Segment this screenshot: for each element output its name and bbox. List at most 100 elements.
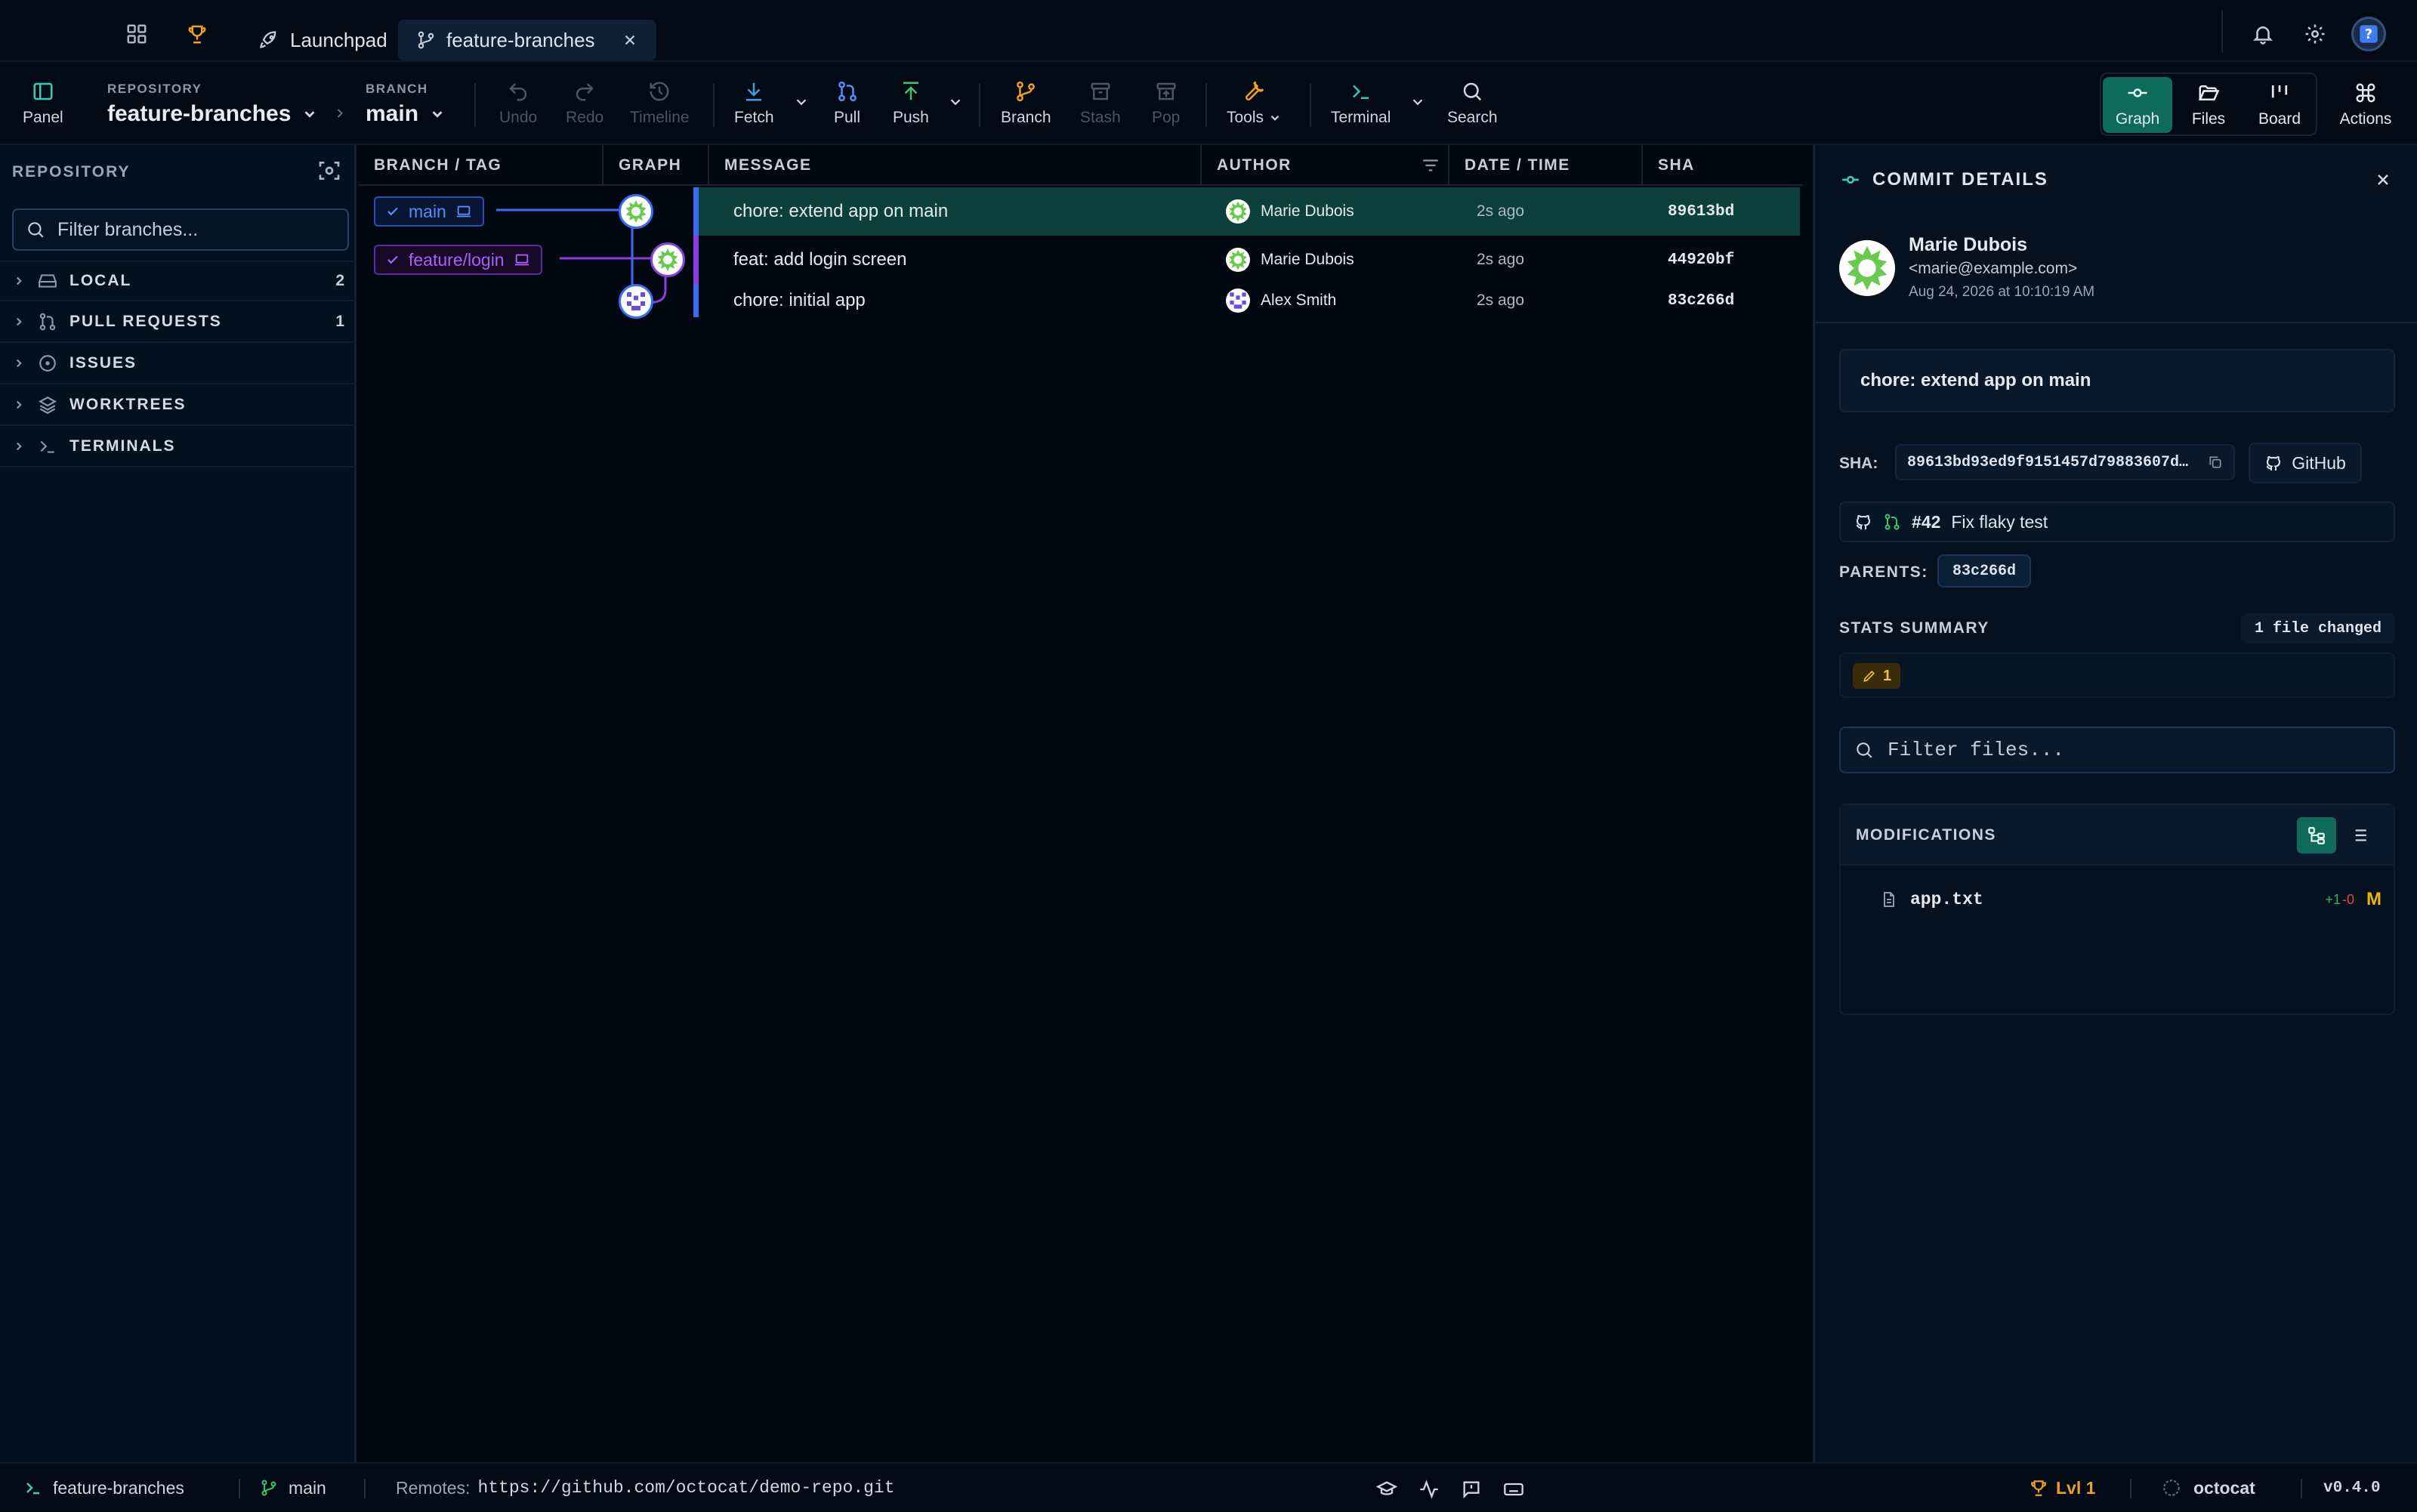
keyboard-icon[interactable]	[1503, 1479, 1524, 1500]
check-icon	[386, 253, 400, 267]
command-icon	[2354, 82, 2377, 104]
column-header-branch[interactable]: BRANCH / TAG	[359, 145, 603, 186]
graph-view-button[interactable]: Graph	[2103, 77, 2172, 133]
divider	[2130, 1479, 2131, 1498]
list-view-toggle[interactable]	[2339, 817, 2378, 853]
divider	[474, 83, 476, 127]
sidebar-section-issues[interactable]: ISSUES	[0, 344, 357, 384]
avatar	[1226, 248, 1250, 272]
push-label: Push	[893, 109, 929, 126]
tab-launchpad[interactable]: Launchpad	[240, 20, 406, 60]
history-icon	[648, 80, 671, 103]
status-branch[interactable]: main	[260, 1464, 326, 1512]
commit-node[interactable]	[650, 242, 685, 277]
sidebar-section-pull-requests[interactable]: PULL REQUESTS 1	[0, 302, 357, 343]
linked-pull-request[interactable]: #42 Fix flaky test	[1839, 501, 2395, 542]
author-name: Alex Smith	[1261, 292, 1337, 309]
actions-button[interactable]: Actions	[2331, 77, 2400, 133]
branch-selector[interactable]: main	[366, 101, 446, 127]
tab-label: Launchpad	[290, 28, 387, 51]
sha-label: SHA:	[1839, 455, 1878, 472]
grid-icon[interactable]	[125, 23, 148, 45]
identicon-icon	[622, 288, 650, 315]
search-button[interactable]: Search	[1447, 80, 1498, 127]
branch-filter-input[interactable]: Filter branches...	[12, 208, 349, 251]
tree-view-toggle[interactable]	[2297, 817, 2336, 853]
parent-sha-link[interactable]: 83c266d	[1937, 554, 2031, 588]
divider	[979, 83, 980, 127]
redo-button[interactable]: Redo	[566, 80, 603, 127]
trophy-icon[interactable]	[186, 23, 208, 45]
bell-icon[interactable]	[2252, 23, 2274, 45]
commit-author: Alex Smith	[1226, 284, 1336, 317]
copy-icon[interactable]	[2208, 455, 2223, 470]
tools-button[interactable]: Tools	[1227, 80, 1282, 127]
pull-button[interactable]: Pull	[834, 80, 860, 127]
status-user[interactable]: octocat	[2162, 1464, 2255, 1512]
sidebar-section-label: WORKTREES	[69, 396, 187, 413]
commit-node[interactable]	[619, 284, 653, 319]
column-header-date[interactable]: DATE / TIME	[1449, 145, 1643, 186]
tools-label: Tools	[1227, 109, 1264, 126]
commit-date: 2s ago	[1477, 292, 1525, 309]
gear-icon[interactable]	[2304, 23, 2326, 45]
close-icon[interactable]	[2374, 171, 2392, 189]
sidebar-section-local[interactable]: LOCAL 2	[0, 261, 357, 301]
level-badge[interactable]: Lvl 1	[2029, 1464, 2095, 1512]
identicon-icon	[622, 198, 650, 225]
focus-icon[interactable]	[317, 159, 341, 183]
stash-button[interactable]: Stash	[1080, 80, 1121, 127]
panel-button[interactable]: Panel	[23, 80, 63, 127]
table-row[interactable]: feature/login feat: add login screen Mar…	[359, 236, 1803, 284]
file-row[interactable]: app.txt +1 -0 M	[1841, 881, 2394, 918]
commit-sha[interactable]: 89613bd	[1668, 187, 1734, 236]
git-commit-icon	[2126, 82, 2149, 104]
remotes-url[interactable]: https://github.com/octocat/demo-repo.git	[477, 1478, 894, 1498]
list-icon	[2349, 825, 2369, 845]
chevron-down-icon[interactable]	[1409, 94, 1426, 110]
branch-tag-feature-login[interactable]: feature/login	[374, 245, 542, 275]
github-button[interactable]: GitHub	[2249, 443, 2362, 483]
sidebar-section-worktrees[interactable]: WORKTREES	[0, 385, 357, 426]
help-icon: ?	[2358, 23, 2379, 45]
push-button[interactable]: Push	[893, 80, 929, 127]
commit-node[interactable]	[619, 194, 653, 229]
file-filter-input[interactable]: Filter files...	[1839, 727, 2395, 773]
git-branch-icon	[416, 30, 436, 50]
lines-removed: -0	[2341, 891, 2354, 907]
files-view-button[interactable]: Files	[2174, 77, 2243, 133]
activity-icon[interactable]	[1418, 1479, 1440, 1500]
details-header: COMMIT DETAILS	[1841, 169, 2048, 190]
files-changed-badge: 1 file changed	[2241, 613, 2395, 643]
fetch-button[interactable]: Fetch	[734, 80, 774, 127]
chevron-down-icon[interactable]	[947, 94, 964, 110]
pop-button[interactable]: Pop	[1152, 80, 1180, 127]
timeline-button[interactable]: Timeline	[630, 80, 690, 127]
branch-tag-main[interactable]: main	[374, 196, 484, 227]
terminal-button[interactable]: Terminal	[1331, 80, 1391, 127]
sha-field[interactable]: 89613bd93ed9f9151457d79883607d…	[1895, 444, 2235, 480]
close-icon[interactable]	[622, 32, 638, 48]
version-label: v0.4.0	[2323, 1479, 2381, 1497]
column-header-graph[interactable]: GRAPH	[603, 145, 709, 186]
graduation-cap-icon[interactable]	[1376, 1479, 1397, 1500]
commit-sha[interactable]: 83c266d	[1668, 284, 1734, 317]
tab-feature-branches[interactable]: feature-branches	[398, 20, 656, 60]
sidebar-section-terminals[interactable]: TERMINALS	[0, 427, 357, 467]
board-view-button[interactable]: Board	[2245, 77, 2314, 133]
feedback-icon[interactable]	[1461, 1479, 1482, 1500]
repository-selector[interactable]: feature-branches	[107, 101, 318, 127]
filter-icon[interactable]	[1421, 156, 1440, 175]
undo-button[interactable]: Undo	[499, 80, 537, 127]
table-row[interactable]: chore: initial app Alex Smith 2s ago 83c…	[359, 284, 1803, 332]
commit-sha[interactable]: 44920bf	[1668, 236, 1734, 284]
avatar[interactable]: ?	[2351, 17, 2386, 51]
column-header-author[interactable]: AUTHOR	[1202, 145, 1449, 186]
branch-button[interactable]: Branch	[1001, 80, 1051, 127]
search-icon	[26, 220, 45, 239]
column-header-message[interactable]: MESSAGE	[709, 145, 1202, 186]
chevron-down-icon[interactable]	[793, 94, 810, 110]
column-header-sha[interactable]: SHA	[1643, 145, 1803, 186]
status-repo[interactable]: feature-branches	[24, 1464, 184, 1512]
table-row[interactable]: main chore: extend app on main Marie Dub…	[359, 187, 1803, 236]
